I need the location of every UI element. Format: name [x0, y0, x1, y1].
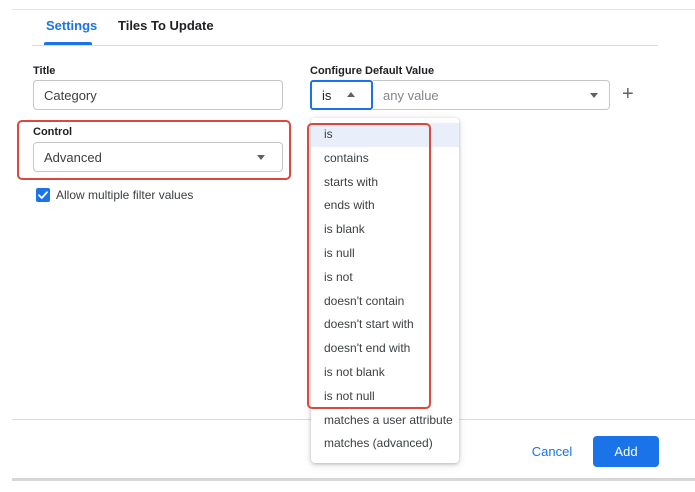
menu-item-matches-advanced[interactable]: matches (advanced) — [311, 432, 459, 456]
allow-multiple-label: Allow multiple filter values — [56, 188, 194, 202]
menu-item-matches-user-attribute[interactable]: matches a user attribute — [311, 409, 459, 433]
operator-select-value: is — [322, 88, 332, 103]
chevron-down-icon[interactable] — [590, 93, 598, 98]
tab-divider — [32, 45, 658, 46]
check-icon — [38, 191, 48, 199]
top-border — [12, 9, 695, 10]
allow-multiple-checkbox[interactable] — [36, 188, 50, 202]
tab-settings[interactable]: Settings — [46, 18, 97, 33]
title-input[interactable]: Category — [33, 80, 283, 110]
cancel-button[interactable]: Cancel — [522, 437, 582, 467]
plus-icon[interactable]: + — [622, 84, 634, 104]
chevron-up-icon — [347, 92, 355, 97]
bottom-border — [12, 478, 695, 481]
operator-select[interactable]: is — [310, 80, 373, 110]
highlight-box-control — [17, 120, 291, 180]
default-value-label: Configure Default Value — [310, 65, 435, 77]
default-value-input[interactable]: any value — [373, 80, 610, 110]
tab-tiles-to-update[interactable]: Tiles To Update — [118, 18, 214, 33]
add-button[interactable]: Add — [593, 436, 659, 467]
title-label: Title — [33, 65, 56, 77]
highlight-box-menu — [307, 123, 431, 409]
